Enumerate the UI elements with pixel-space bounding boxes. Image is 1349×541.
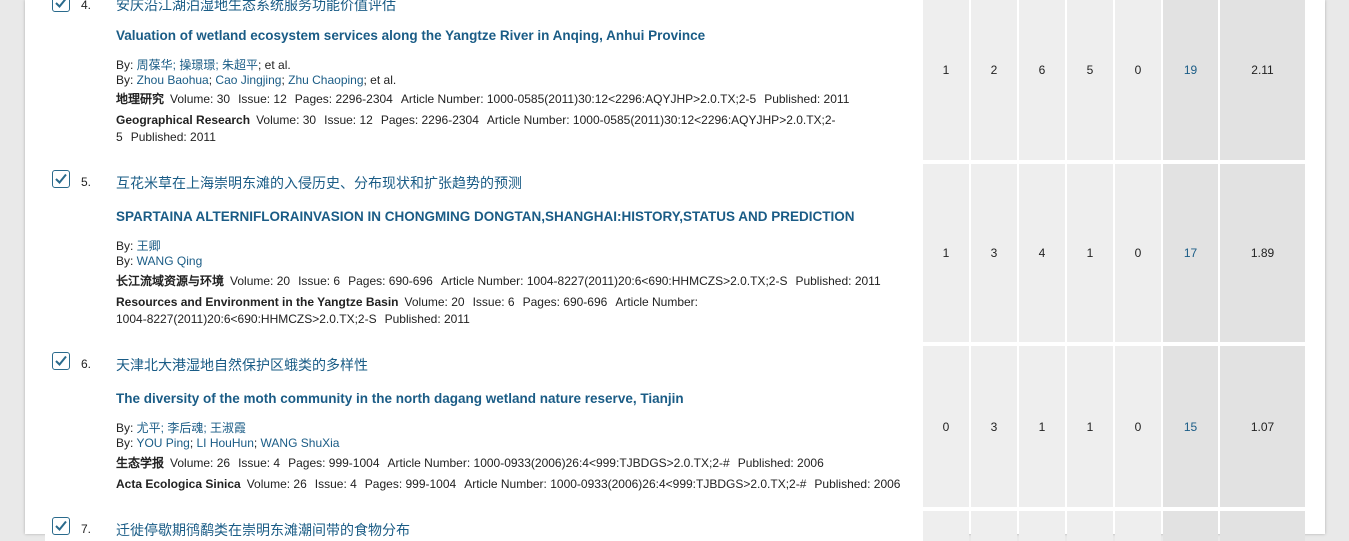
checkmark-icon [55, 0, 67, 8]
author-link[interactable]: Zhu Chaoping [288, 73, 363, 87]
author-link[interactable]: Cao Jingjing [215, 73, 281, 87]
checkmark-icon [55, 355, 67, 366]
record-item: 4. 安庆沿江湖泊湿地生态系统服务功能价值评估 Valuation of wet… [45, 0, 1305, 160]
record-details: 7. 迁徙停歇期鸻鹬类在崇明东滩潮间带的食物分布 [45, 511, 923, 541]
total-citations-link[interactable] [1163, 511, 1218, 541]
author-link[interactable]: YOU Ping [136, 436, 189, 450]
count-cell: 1 [923, 0, 969, 160]
count-cell [1019, 511, 1065, 541]
count-cell: 0 [1115, 346, 1161, 507]
author-link[interactable]: 周葆华; 操璟璟; 朱超平 [137, 58, 258, 72]
source-en: Acta Ecologica Sinica Volume: 26 Issue: 4P… [116, 477, 901, 491]
record-number: 6. [81, 357, 92, 371]
authors-en: By: Zhou Baohua; Cao Jingjing; Zhu Chaop… [116, 73, 397, 87]
author-link[interactable]: WANG Qing [137, 254, 203, 268]
count-cell: 1 [1019, 346, 1065, 507]
author-link[interactable]: Zhou Baohua [137, 73, 209, 87]
record-checkbox[interactable] [52, 352, 70, 370]
total-citations-link[interactable]: 17 [1163, 164, 1218, 342]
record-title-en[interactable]: Valuation of wetland ecosystem services … [116, 28, 705, 43]
total-citations-link[interactable]: 19 [1163, 0, 1218, 160]
authors-cn: By: 周葆华; 操璟璟; 朱超平; et al. [116, 58, 291, 72]
count-cell: 0 [1115, 164, 1161, 342]
record-title-cn[interactable]: 互花米草在上海崇明东滩的入侵历史、分布现状和扩张趋势的预测 [116, 173, 522, 193]
count-cell: 0 [923, 346, 969, 507]
checkmark-icon [55, 520, 67, 531]
record-details: 4. 安庆沿江湖泊湿地生态系统服务功能价值评估 Valuation of wet… [45, 0, 923, 160]
author-link[interactable]: LI HouHun [197, 436, 254, 450]
record-item: 6. 天津北大港湿地自然保护区蛾类的多样性 The diversity of t… [45, 346, 1305, 507]
record-checkbox[interactable] [52, 170, 70, 188]
count-cell: 3 [971, 164, 1017, 342]
count-cell: 0 [1115, 0, 1161, 160]
count-cell: 1 [923, 164, 969, 342]
average-citations [1220, 511, 1305, 541]
author-link[interactable]: WANG ShuXia [261, 436, 340, 450]
author-link[interactable]: 王卿 [137, 239, 161, 253]
source-en: Geographical Research Volume: 30 Issue: 12… [116, 113, 836, 144]
record-details: 5. 互花米草在上海崇明东滩的入侵历史、分布现状和扩张趋势的预测 SPARTAI… [45, 164, 923, 342]
authors-en: By: WANG Qing [116, 254, 203, 268]
count-cell: 3 [971, 346, 1017, 507]
count-cell: 5 [1067, 0, 1113, 160]
record-number: 4. [81, 0, 92, 12]
count-cell [1067, 511, 1113, 541]
count-cell [923, 511, 969, 541]
record-details: 6. 天津北大港湿地自然保护区蛾类的多样性 The diversity of t… [45, 346, 923, 507]
authors-en: By: YOU Ping; LI HouHun; WANG ShuXia [116, 436, 340, 450]
count-cell: 4 [1019, 164, 1065, 342]
record-checkbox[interactable] [52, 0, 70, 12]
total-citations-link[interactable]: 15 [1163, 346, 1218, 507]
count-cell: 2 [971, 0, 1017, 160]
count-cell: 1 [1067, 164, 1113, 342]
results-panel: 4. 安庆沿江湖泊湿地生态系统服务功能价值评估 Valuation of wet… [25, 0, 1325, 541]
record-title-cn[interactable]: 安庆沿江湖泊湿地生态系统服务功能价值评估 [116, 0, 396, 15]
record-title-en[interactable]: SPARTAINA ALTERNIFLORAINVASION IN CHONGM… [116, 209, 855, 224]
record-title-cn[interactable]: 天津北大港湿地自然保护区蛾类的多样性 [116, 355, 368, 375]
record-checkbox[interactable] [52, 517, 70, 535]
average-citations: 1.89 [1220, 164, 1305, 342]
record-item: 7. 迁徙停歇期鸻鹬类在崇明东滩潮间带的食物分布 [45, 511, 1305, 541]
author-link[interactable]: 尤平; 李后魂; 王淑霞 [137, 421, 246, 435]
record-title-cn[interactable]: 迁徙停歇期鸻鹬类在崇明东滩潮间带的食物分布 [116, 520, 410, 540]
authors-cn: By: 王卿 [116, 239, 161, 253]
record-number: 5. [81, 175, 92, 189]
count-cell: 6 [1019, 0, 1065, 160]
count-cell [971, 511, 1017, 541]
average-citations: 2.11 [1220, 0, 1305, 160]
checkmark-icon [55, 173, 67, 184]
average-citations: 1.07 [1220, 346, 1305, 507]
record-title-en[interactable]: The diversity of the moth community in t… [116, 391, 684, 406]
source-cn: 生态学报 Volume: 26 Issue: 4 Pages: 999-1004 Art… [116, 456, 824, 470]
count-cell: 1 [1067, 346, 1113, 507]
count-cell [1115, 511, 1161, 541]
source-en: Resources and Environment in the Yangtze… [116, 295, 699, 326]
authors-cn: By: 尤平; 李后魂; 王淑霞 [116, 421, 247, 435]
record-item: 5. 互花米草在上海崇明东滩的入侵历史、分布现状和扩张趋势的预测 SPARTAI… [45, 164, 1305, 342]
source-cn: 地理研究 Volume: 30 Issue: 12 Pages: 2296-2304 A… [116, 92, 850, 106]
source-cn: 长江流域资源与环境 Volume: 20 Issue: 6 Pages: 690-69… [116, 274, 881, 288]
